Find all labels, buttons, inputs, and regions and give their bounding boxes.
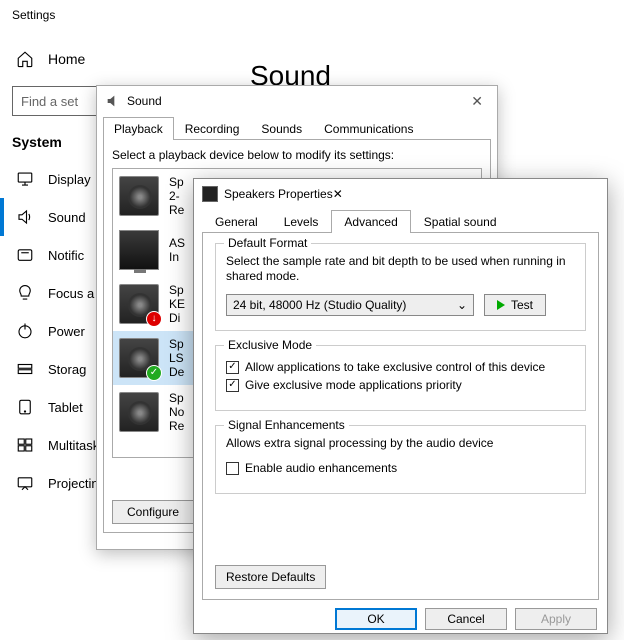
sound-icon xyxy=(16,208,34,226)
properties-tabs: General Levels Advanced Spatial sound xyxy=(194,209,607,232)
sidebar-item-label: Sound xyxy=(48,210,86,225)
signal-desc: Allows extra signal processing by the au… xyxy=(226,436,575,451)
device-text: SpNoRe xyxy=(169,391,184,433)
enable-enhancements-checkbox[interactable]: Enable audio enhancements xyxy=(226,461,575,475)
speakers-properties-dialog: Speakers Properties ✕ General Levels Adv… xyxy=(193,178,608,634)
speaker-device-icon xyxy=(119,176,159,216)
test-button[interactable]: Test xyxy=(484,294,546,316)
format-dropdown[interactable]: 24 bit, 48000 Hz (Studio Quality) ⌄ xyxy=(226,294,474,316)
sidebar-item-label: Notific xyxy=(48,248,84,263)
dialog-button-row: OK Cancel Apply xyxy=(194,608,607,640)
sidebar-item-label: Tablet xyxy=(48,400,83,415)
notifications-icon xyxy=(16,246,34,264)
exclusive-control-checkbox[interactable]: ✓ Allow applications to take exclusive c… xyxy=(226,360,575,374)
group-legend: Exclusive Mode xyxy=(224,338,316,352)
format-selected: 24 bit, 48000 Hz (Studio Quality) xyxy=(233,298,406,312)
power-icon xyxy=(16,322,34,340)
default-format-group: Default Format Select the sample rate an… xyxy=(215,243,586,331)
sidebar-item-label: Storag xyxy=(48,362,86,377)
sound-tabs: Playback Recording Sounds Communications xyxy=(97,116,497,139)
device-text: Sp2-Re xyxy=(169,175,184,217)
dialog-titlebar[interactable]: Speakers Properties ✕ xyxy=(194,179,607,209)
device-text: SpKEDi xyxy=(169,283,185,325)
ok-button[interactable]: OK xyxy=(335,608,417,630)
speaker-device-icon: ✓ xyxy=(119,338,159,378)
checkbox-icon: ✓ xyxy=(226,379,239,392)
group-legend: Default Format xyxy=(224,236,311,250)
checkbox-icon xyxy=(226,462,239,475)
test-label: Test xyxy=(511,298,533,312)
tab-levels[interactable]: Levels xyxy=(271,210,332,233)
tab-general[interactable]: General xyxy=(202,210,271,233)
storage-icon xyxy=(16,360,34,378)
tab-playback[interactable]: Playback xyxy=(103,117,174,140)
exclusive-mode-group: Exclusive Mode ✓ Allow applications to t… xyxy=(215,345,586,411)
device-text: SpLSDe xyxy=(169,337,184,379)
close-icon[interactable]: ✕ xyxy=(333,187,343,201)
speaker-device-icon xyxy=(119,392,159,432)
advanced-panel: Default Format Select the sample rate an… xyxy=(202,232,599,600)
sidebar-item-label: Focus a xyxy=(48,286,94,301)
dialog-titlebar[interactable]: Sound ✕ xyxy=(97,86,497,116)
checkbox-icon: ✓ xyxy=(226,361,239,374)
sound-dialog-icon xyxy=(105,93,121,109)
default-badge-icon: ✓ xyxy=(146,365,162,381)
disabled-badge-icon: ↓ xyxy=(146,311,162,327)
default-format-desc: Select the sample rate and bit depth to … xyxy=(226,254,575,284)
checkbox-label: Give exclusive mode applications priorit… xyxy=(245,378,462,392)
signal-enhancements-group: Signal Enhancements Allows extra signal … xyxy=(215,425,586,494)
home-icon xyxy=(16,50,34,68)
cancel-button[interactable]: Cancel xyxy=(425,608,507,630)
apply-button[interactable]: Apply xyxy=(515,608,597,630)
focus-icon xyxy=(16,284,34,302)
tab-sounds[interactable]: Sounds xyxy=(250,117,313,140)
checkbox-label: Allow applications to take exclusive con… xyxy=(245,360,545,374)
home-nav[interactable]: Home xyxy=(12,40,208,86)
search-placeholder: Find a set xyxy=(21,94,78,109)
close-icon[interactable]: ✕ xyxy=(465,94,489,108)
speaker-icon xyxy=(202,186,218,202)
play-icon xyxy=(497,300,505,310)
speaker-device-icon: ↓ xyxy=(119,284,159,324)
window-title: Settings xyxy=(0,0,624,30)
device-text: ASIn xyxy=(169,236,185,264)
sidebar-item-label: Display xyxy=(48,172,91,187)
projecting-icon xyxy=(16,474,34,492)
monitor-device-icon xyxy=(119,230,159,270)
tab-spatial-sound[interactable]: Spatial sound xyxy=(411,210,510,233)
sidebar-item-label: Power xyxy=(48,324,85,339)
tab-communications[interactable]: Communications xyxy=(313,117,424,140)
tablet-icon xyxy=(16,398,34,416)
multitasking-icon xyxy=(16,436,34,454)
dialog-title: Sound xyxy=(127,94,162,108)
chevron-down-icon: ⌄ xyxy=(457,298,467,312)
checkbox-label: Enable audio enhancements xyxy=(245,461,397,475)
playback-instruction: Select a playback device below to modify… xyxy=(112,148,482,162)
group-legend: Signal Enhancements xyxy=(224,418,349,432)
configure-button[interactable]: Configure xyxy=(112,500,194,524)
tab-recording[interactable]: Recording xyxy=(174,117,251,140)
exclusive-priority-checkbox[interactable]: ✓ Give exclusive mode applications prior… xyxy=(226,378,575,392)
dialog-title: Speakers Properties xyxy=(224,187,333,201)
home-label: Home xyxy=(48,51,85,67)
restore-defaults-button[interactable]: Restore Defaults xyxy=(215,565,326,589)
display-icon xyxy=(16,170,34,188)
tab-advanced[interactable]: Advanced xyxy=(331,210,410,233)
